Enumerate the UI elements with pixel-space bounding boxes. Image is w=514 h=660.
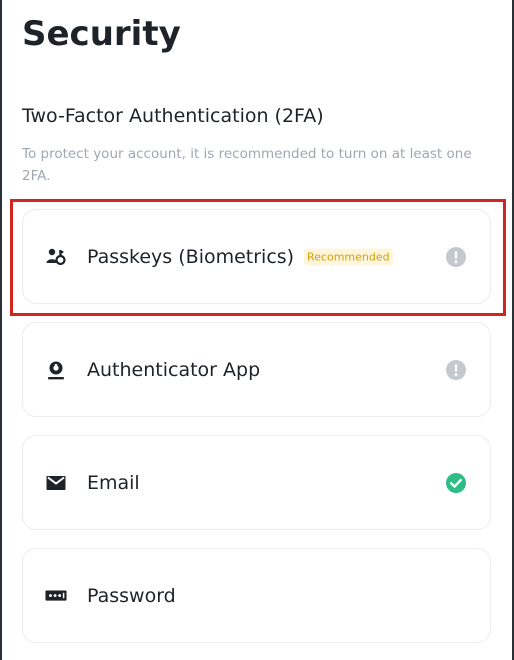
method-card-email[interactable]: Email: [22, 435, 491, 530]
password-icon: [45, 585, 67, 607]
method-card-passkeys[interactable]: Passkeys (Biometrics) Recommended: [22, 209, 491, 304]
passkey-icon: [45, 246, 67, 268]
recommended-badge: Recommended: [304, 248, 393, 265]
window-frame-left: [0, 0, 2, 660]
method-label-authenticator: Authenticator App: [87, 358, 261, 381]
method-label-password: Password: [87, 584, 176, 607]
info-icon[interactable]: [446, 359, 466, 380]
method-card-authenticator[interactable]: Authenticator App: [22, 322, 491, 417]
method-label-email: Email: [87, 471, 140, 494]
info-icon[interactable]: [446, 246, 466, 267]
authenticator-icon: [45, 359, 67, 381]
page-title: Security: [22, 14, 181, 54]
check-circle-icon: [446, 472, 466, 493]
section-description: To protect your account, it is recommend…: [22, 146, 472, 184]
section-title-2fa: Two-Factor Authentication (2FA): [22, 105, 324, 127]
method-card-password[interactable]: Password: [22, 548, 491, 643]
method-label-passkeys: Passkeys (Biometrics): [87, 245, 295, 268]
envelope-icon: [45, 472, 67, 494]
